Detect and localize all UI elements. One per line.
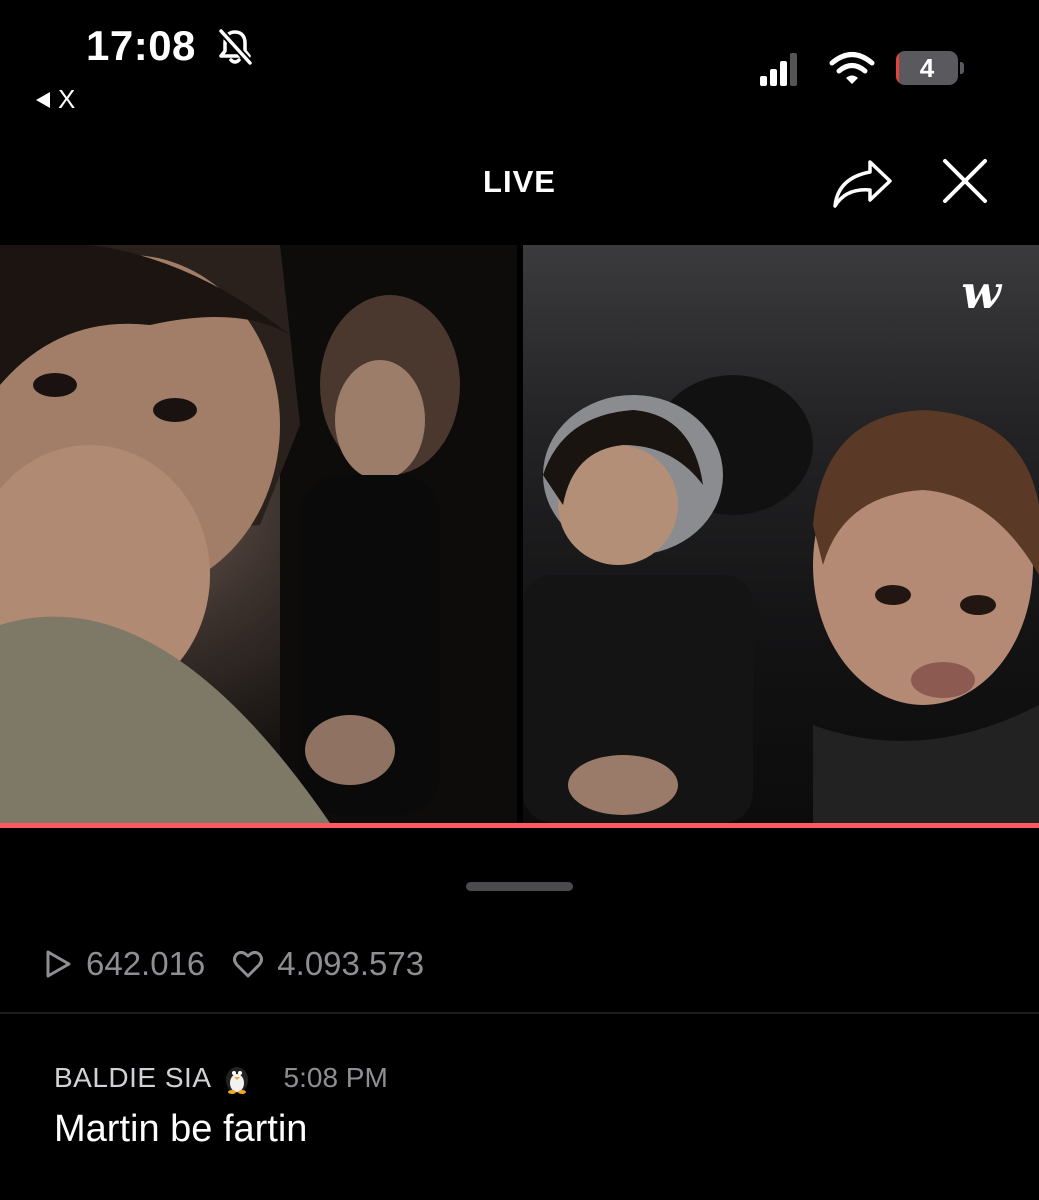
back-to-app-link[interactable]: X bbox=[36, 84, 75, 115]
video-feed-left bbox=[0, 245, 517, 823]
status-bar: 17:08 X 4 bbox=[0, 0, 1039, 120]
view-count-value: 642.016 bbox=[86, 945, 206, 982]
view-count: 642.016 bbox=[44, 945, 205, 983]
wifi-icon bbox=[829, 52, 875, 84]
chat-timestamp: 5:08 PM bbox=[283, 1062, 388, 1093]
drag-handle[interactable] bbox=[466, 882, 573, 891]
like-count: 4.093.573 bbox=[233, 945, 424, 983]
play-icon bbox=[46, 950, 71, 978]
video-frame-right bbox=[523, 375, 1039, 823]
back-app-label: X bbox=[58, 84, 76, 114]
chat-author: BALDIE SIA bbox=[54, 1062, 212, 1093]
penguin-emoji-icon bbox=[225, 1067, 248, 1094]
video-frame-left bbox=[0, 245, 517, 823]
battery-cap bbox=[960, 62, 964, 74]
chat-message-meta: BALDIE SIA 5:08 PM bbox=[54, 1060, 388, 1096]
video-progress-bar[interactable] bbox=[0, 823, 1039, 828]
chat-message-text: Martin be fartin bbox=[54, 1108, 308, 1150]
battery-body: 4 bbox=[896, 51, 958, 85]
weverse-logo: w bbox=[961, 265, 1001, 319]
cellular-signal-icon bbox=[760, 53, 797, 86]
battery-indicator: 4 bbox=[896, 51, 964, 87]
share-icon[interactable] bbox=[830, 156, 894, 210]
video-progress-fill bbox=[0, 823, 1039, 828]
live-stream-screen: 17:08 X 4 LIVE w 642.016 4.093.573 BALDI… bbox=[0, 0, 1039, 1200]
battery-level: 4 bbox=[919, 53, 935, 83]
clock: 17:08 bbox=[86, 22, 196, 69]
live-video-player[interactable]: w bbox=[0, 245, 1039, 828]
heart-icon[interactable] bbox=[233, 950, 264, 978]
chat-message[interactable]: BALDIE SIA 5:08 PM Martin be fartin bbox=[54, 1060, 388, 1151]
video-feed-right: w bbox=[523, 245, 1039, 823]
back-arrow-icon bbox=[36, 91, 50, 108]
stream-stats: 642.016 4.093.573 bbox=[44, 942, 452, 986]
divider bbox=[0, 1012, 1039, 1014]
bell-muted-icon bbox=[218, 28, 253, 66]
like-count-value: 4.093.573 bbox=[277, 945, 425, 982]
close-icon[interactable] bbox=[940, 156, 990, 206]
